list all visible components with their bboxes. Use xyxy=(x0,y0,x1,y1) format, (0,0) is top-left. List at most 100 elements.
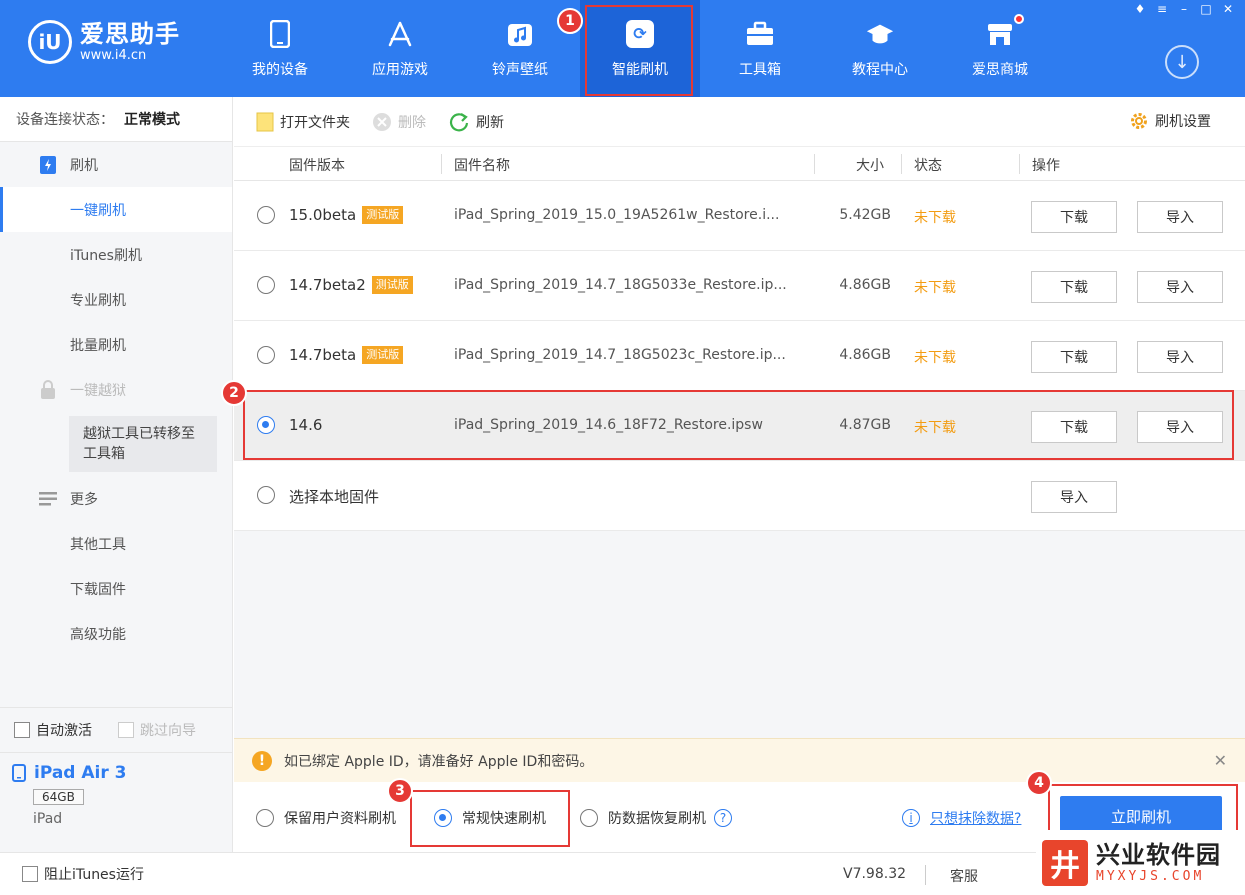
annotation-box-2 xyxy=(243,390,1234,460)
firmware-radio[interactable] xyxy=(257,346,275,364)
auto-activate-checkbox[interactable] xyxy=(14,722,30,738)
sidebar-section-flash[interactable]: 刷机 xyxy=(0,142,232,187)
download-button[interactable]: 下载 xyxy=(1031,341,1117,373)
maximize-icon[interactable]: □ xyxy=(1195,0,1217,18)
appstore-icon xyxy=(385,19,415,49)
open-folder-button[interactable]: 打开文件夹 xyxy=(256,112,350,132)
folder-icon xyxy=(256,112,274,132)
option-label: 保留用户资料刷机 xyxy=(284,811,396,827)
sidebar-item-advanced[interactable]: 高级功能 xyxy=(0,611,232,656)
block-itunes-label: 阻止iTunes运行 xyxy=(44,867,144,883)
minimize-icon[interactable]: – xyxy=(1173,0,1195,18)
annotation-badge-1: 1 xyxy=(557,8,583,34)
jailbreak-moved-note[interactable]: 越狱工具已转移至工具箱 xyxy=(69,416,217,472)
nav-label: 铃声壁纸 xyxy=(492,61,548,78)
device-info: iPad Air 3 64GB iPad xyxy=(0,752,233,852)
lock-icon xyxy=(38,379,58,400)
logo-name: 爱思助手 xyxy=(80,20,180,48)
download-button[interactable]: 下载 xyxy=(1031,201,1117,233)
beta-badge: 测试版 xyxy=(362,206,404,224)
nav-label: 工具箱 xyxy=(739,61,781,78)
block-itunes-option[interactable]: 阻止iTunes运行 xyxy=(22,864,144,884)
logo-url: www.i4.cn xyxy=(80,48,147,63)
annotation-badge-2: 2 xyxy=(221,380,247,406)
skip-guide-label: 跳过向导 xyxy=(140,723,196,739)
firmware-row[interactable]: 15.0beta 测试版 iPad_Spring_2019_15.0_19A526… xyxy=(234,181,1245,251)
close-icon[interactable]: ✕ xyxy=(1217,0,1239,18)
tablet-icon xyxy=(12,764,26,782)
open-folder-label: 打开文件夹 xyxy=(280,114,350,131)
flash-settings-button[interactable]: 刷机设置 xyxy=(1129,111,1211,131)
import-button[interactable]: 导入 xyxy=(1137,271,1223,303)
customer-service-link[interactable]: 客服 xyxy=(950,866,978,886)
annotation-badge-3: 3 xyxy=(387,778,413,804)
refresh-button[interactable]: 刷新 xyxy=(448,111,504,133)
delete-icon xyxy=(372,112,392,132)
sidebar-item-other-tools[interactable]: 其他工具 xyxy=(0,521,232,566)
firmware-row[interactable]: 14.7beta2 测试版 iPad_Spring_2019_14.7_18G50… xyxy=(234,251,1245,321)
menu-icon[interactable]: ≡ xyxy=(1151,0,1173,18)
nav-label: 教程中心 xyxy=(852,61,908,78)
help-icon[interactable]: ? xyxy=(714,809,732,827)
annotation-box-1 xyxy=(585,5,693,96)
firmware-row[interactable]: 14.7beta 测试版 iPad_Spring_2019_14.7_18G502… xyxy=(234,321,1245,391)
firmware-radio[interactable] xyxy=(257,276,275,294)
toolbox-icon xyxy=(745,19,775,49)
beta-badge: 测试版 xyxy=(362,346,404,364)
apple-id-notice: ! 如已绑定 Apple ID，请准备好 Apple ID和密码。 ✕ xyxy=(234,738,1245,782)
header-size: 大小 xyxy=(856,158,884,174)
sidebar-section-jailbreak: 一键越狱 xyxy=(0,367,232,412)
local-import-button[interactable]: 导入 xyxy=(1031,481,1117,513)
local-firmware-radio[interactable] xyxy=(257,486,275,504)
nav-my-device[interactable]: 我的设备 xyxy=(220,0,340,97)
sidebar-item-download-firmware[interactable]: 下载固件 xyxy=(0,566,232,611)
nav-tutorials[interactable]: 教程中心 xyxy=(820,0,940,97)
option-radio[interactable] xyxy=(256,809,274,827)
delete-button[interactable]: 删除 xyxy=(372,112,426,132)
connection-label: 设备连接状态： xyxy=(16,112,114,128)
option-anti-recovery[interactable]: 防数据恢复刷机 ? xyxy=(580,808,732,828)
firmware-size: 4.86GB xyxy=(839,347,891,363)
notice-text: 如已绑定 Apple ID，请准备好 Apple ID和密码。 xyxy=(284,753,594,770)
import-button[interactable]: 导入 xyxy=(1137,341,1223,373)
delete-label: 删除 xyxy=(398,114,426,131)
firmware-name: iPad_Spring_2019_14.7_18G5023c_Restore.i… xyxy=(454,347,786,363)
window-controls: ♦ ≡ – □ ✕ xyxy=(1129,0,1239,18)
beta-badge: 测试版 xyxy=(371,276,413,294)
option-keep-data[interactable]: 保留用户资料刷机 xyxy=(256,808,396,828)
option-radio[interactable] xyxy=(580,809,598,827)
watermark-url: MYXYJS.COM xyxy=(1096,869,1205,884)
list-icon xyxy=(38,489,58,509)
firmware-version: 14.7beta2 xyxy=(289,276,366,294)
device-name: iPad Air 3 xyxy=(34,763,127,783)
import-button[interactable]: 导入 xyxy=(1137,201,1223,233)
watermark-name: 兴业软件园 xyxy=(1096,841,1221,869)
download-manager-icon[interactable]: ↓ xyxy=(1165,45,1199,79)
nav-toolbox[interactable]: 工具箱 xyxy=(700,0,820,97)
close-icon[interactable]: ✕ xyxy=(1214,751,1227,770)
sidebar-item-itunes-flash[interactable]: iTunes刷机 xyxy=(0,232,232,277)
flash-device-icon xyxy=(38,155,58,175)
sidebar-item-batch-flash[interactable]: 批量刷机 xyxy=(0,322,232,367)
sidebar-section-label: 刷机 xyxy=(70,157,98,174)
logo-mark: iU xyxy=(28,20,72,64)
download-button[interactable]: 下载 xyxy=(1031,271,1117,303)
info-icon: i xyxy=(902,809,920,827)
skip-guide-checkbox[interactable] xyxy=(118,722,134,738)
erase-data-link[interactable]: i 只想抹除数据? xyxy=(902,808,1021,828)
firmware-radio[interactable] xyxy=(257,206,275,224)
skin-icon[interactable]: ♦ xyxy=(1129,0,1151,18)
nav-shop[interactable]: 爱思商城 xyxy=(940,0,1060,97)
sidebar-item-pro-flash[interactable]: 专业刷机 xyxy=(0,277,232,322)
annotation-box-3 xyxy=(410,790,570,847)
sidebar-item-one-click-flash[interactable]: 一键刷机 xyxy=(0,187,232,232)
app-version: V7.98.32 xyxy=(843,866,907,882)
header-status: 状态 xyxy=(914,158,942,174)
header-version: 固件版本 xyxy=(289,158,345,174)
local-firmware-row[interactable]: 选择本地固件 导入 xyxy=(234,461,1245,531)
nav-apps[interactable]: 应用游戏 xyxy=(340,0,460,97)
erase-link-label: 只想抹除数据? xyxy=(930,811,1022,827)
block-itunes-checkbox[interactable] xyxy=(22,866,38,882)
sidebar-section-label: 一键越狱 xyxy=(70,382,126,399)
sidebar-section-more: 更多 xyxy=(0,476,232,521)
